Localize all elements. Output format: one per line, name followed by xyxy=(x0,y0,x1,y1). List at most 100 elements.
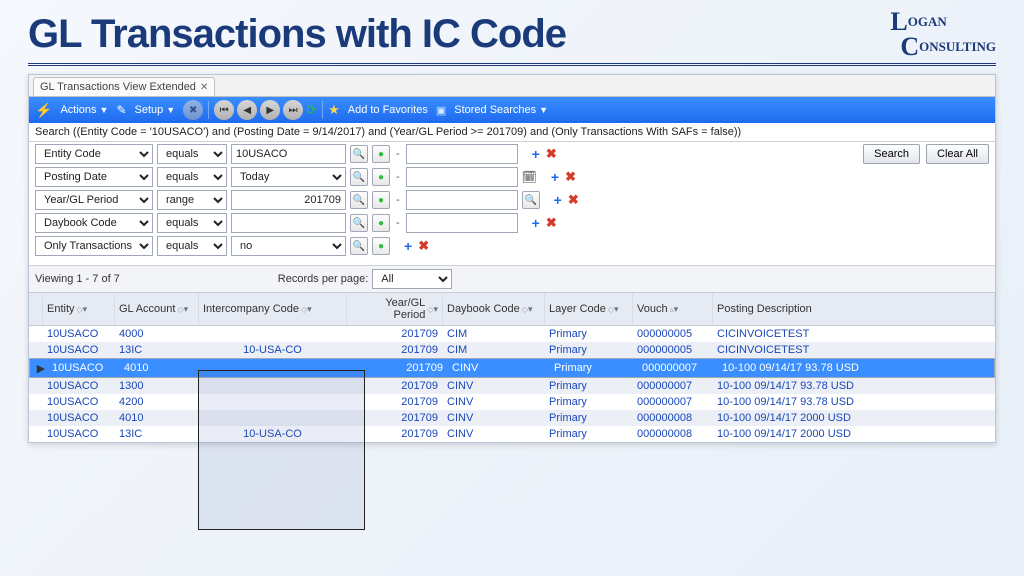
search-row: Only Transactions Wiequalsno🔍● + ✖ xyxy=(35,236,989,256)
add-criteria-button[interactable]: + xyxy=(554,192,562,208)
close-icon[interactable]: ✕ xyxy=(200,82,208,93)
cell-daybook: CINV xyxy=(443,378,545,394)
go-icon[interactable]: ● xyxy=(372,191,390,209)
remove-criteria-button[interactable]: ✖ xyxy=(418,238,429,254)
actions-menu[interactable]: Actions▼ xyxy=(55,102,113,118)
field-select[interactable]: Entity Code xyxy=(35,144,153,164)
search-icon[interactable]: 🔍 xyxy=(350,237,368,255)
remove-criteria-button[interactable]: ✖ xyxy=(565,169,576,185)
cell-ic-code: 10-USA-CO xyxy=(199,342,347,358)
value1-input[interactable] xyxy=(231,190,346,210)
col-intercompany-code[interactable]: Intercompany Code◇▾ xyxy=(199,293,347,325)
col-year-gl-period[interactable]: Year/GL Period◇▾ xyxy=(347,293,443,325)
calendar-icon[interactable]: 🗓 xyxy=(522,170,537,184)
go-icon[interactable]: ● xyxy=(372,168,390,186)
cell-account: 4000 xyxy=(115,326,199,342)
value2-input[interactable] xyxy=(406,213,518,233)
cell-year: 201709 xyxy=(347,342,443,358)
cell-layer: Primary xyxy=(545,426,633,442)
operator-select[interactable]: equals xyxy=(157,236,227,256)
cell-description: 10-100 09/14/17 2000 USD xyxy=(713,426,995,442)
cell-daybook: CINV xyxy=(448,360,550,376)
cell-description: CICINVOICETEST xyxy=(713,326,995,342)
cell-year: 201709 xyxy=(352,360,448,376)
col-posting-description[interactable]: Posting Description xyxy=(713,293,995,325)
operator-select[interactable]: range xyxy=(157,190,227,210)
cell-vouch: 000000007 xyxy=(633,378,713,394)
table-row[interactable]: 10USACO1300201709CINVPrimary00000000710-… xyxy=(29,378,995,394)
search-icon[interactable]: 🔍 xyxy=(350,191,368,209)
field-select[interactable]: Posting Date xyxy=(35,167,153,187)
cell-vouch: 000000007 xyxy=(633,394,713,410)
table-row[interactable]: 10USACO13IC10-USA-CO201709CINVPrimary000… xyxy=(29,426,995,442)
go-icon[interactable]: ● xyxy=(372,237,390,255)
operator-select[interactable]: equals xyxy=(157,167,227,187)
go-icon[interactable]: ● xyxy=(372,145,390,163)
table-row[interactable]: 10USACO4010201709CINVPrimary00000000810-… xyxy=(29,410,995,426)
search-icon[interactable]: 🔍 xyxy=(350,168,368,186)
search-row: Posting DateequalsToday🔍●-🗓+✖ xyxy=(35,167,989,187)
add-criteria-button[interactable]: + xyxy=(532,215,540,231)
search-icon[interactable]: 🔍 xyxy=(522,191,540,209)
value1-select[interactable]: no xyxy=(231,236,346,256)
add-criteria-button[interactable]: + xyxy=(532,146,540,162)
app-window: GL Transactions View Extended ✕ ⚡ Action… xyxy=(28,74,996,443)
wand-icon: ✎ xyxy=(116,103,126,117)
col-vouch[interactable]: Vouch▵▾ xyxy=(633,293,713,325)
cell-year: 201709 xyxy=(347,326,443,342)
remove-criteria-button[interactable]: ✖ xyxy=(568,192,579,208)
nav-first-button[interactable]: ⏮ xyxy=(214,100,234,120)
search-button[interactable]: Search xyxy=(863,144,920,164)
cell-description: CICINVOICETEST xyxy=(713,342,995,358)
cell-entity: 10USACO xyxy=(43,342,115,358)
field-select[interactable]: Daybook Code xyxy=(35,213,153,233)
operator-select[interactable]: equals xyxy=(157,213,227,233)
remove-criteria-button[interactable]: ✖ xyxy=(546,146,557,162)
value1-input[interactable] xyxy=(231,144,346,164)
table-row[interactable]: 10USACO13IC10-USA-CO201709CIMPrimary0000… xyxy=(29,342,995,358)
col-gl-account[interactable]: GL Account◇▾ xyxy=(115,293,199,325)
cell-vouch: 000000008 xyxy=(633,426,713,442)
search-summary-text: Search ((Entity Code = '10USACO') and (P… xyxy=(29,123,995,142)
records-per-page-select[interactable]: All xyxy=(372,269,452,289)
clear-all-button[interactable]: Clear All xyxy=(926,144,989,164)
setup-menu[interactable]: Setup▼ xyxy=(130,102,181,118)
value1-input[interactable] xyxy=(231,213,346,233)
table-row[interactable]: 10USACO4000201709CIMPrimary000000005CICI… xyxy=(29,326,995,342)
table-row[interactable]: ▶10USACO4010201709CINVPrimary00000000710… xyxy=(29,358,995,378)
cell-account: 1300 xyxy=(115,378,199,394)
value1-select[interactable]: Today xyxy=(231,167,346,187)
remove-criteria-button[interactable]: ✖ xyxy=(546,215,557,231)
search-icon[interactable]: 🔍 xyxy=(350,214,368,232)
cell-year: 201709 xyxy=(347,426,443,442)
cell-year: 201709 xyxy=(347,410,443,426)
search-icon[interactable]: 🔍 xyxy=(350,145,368,163)
table-row[interactable]: 10USACO4200201709CINVPrimary00000000710-… xyxy=(29,394,995,410)
stored-searches-menu[interactable]: Stored Searches▼ xyxy=(449,102,553,118)
col-layer-code[interactable]: Layer Code◇▾ xyxy=(545,293,633,325)
col-daybook-code[interactable]: Daybook Code◇▾ xyxy=(443,293,545,325)
value2-input[interactable] xyxy=(406,167,518,187)
bolt-icon: ⚡ xyxy=(35,102,52,119)
value2-input[interactable] xyxy=(406,190,518,210)
nav-next-button[interactable]: ▶ xyxy=(260,100,280,120)
nav-prev-button[interactable]: ◀ xyxy=(237,100,257,120)
refresh-icon[interactable]: ⟳ xyxy=(306,102,317,118)
rpp-label: Records per page: xyxy=(278,273,369,285)
delete-button: ✖ xyxy=(183,100,203,120)
viewing-label: Viewing 1 - 7 of 7 xyxy=(35,273,120,285)
col-entity[interactable]: Entity◇▾ xyxy=(43,293,115,325)
add-criteria-button[interactable]: + xyxy=(551,169,559,185)
go-icon[interactable]: ● xyxy=(372,214,390,232)
cell-ic-code xyxy=(199,416,347,420)
field-select[interactable]: Only Transactions Wi xyxy=(35,236,153,256)
add-criteria-button[interactable]: + xyxy=(404,238,412,254)
disk-icon: ▣ xyxy=(436,104,446,117)
cell-layer: Primary xyxy=(545,410,633,426)
nav-last-button[interactable]: ⏭ xyxy=(283,100,303,120)
add-favorites-button[interactable]: Add to Favorites xyxy=(343,102,433,118)
value2-input[interactable] xyxy=(406,144,518,164)
tab-gl-transactions[interactable]: GL Transactions View Extended ✕ xyxy=(33,77,215,96)
operator-select[interactable]: equals xyxy=(157,144,227,164)
field-select[interactable]: Year/GL Period xyxy=(35,190,153,210)
